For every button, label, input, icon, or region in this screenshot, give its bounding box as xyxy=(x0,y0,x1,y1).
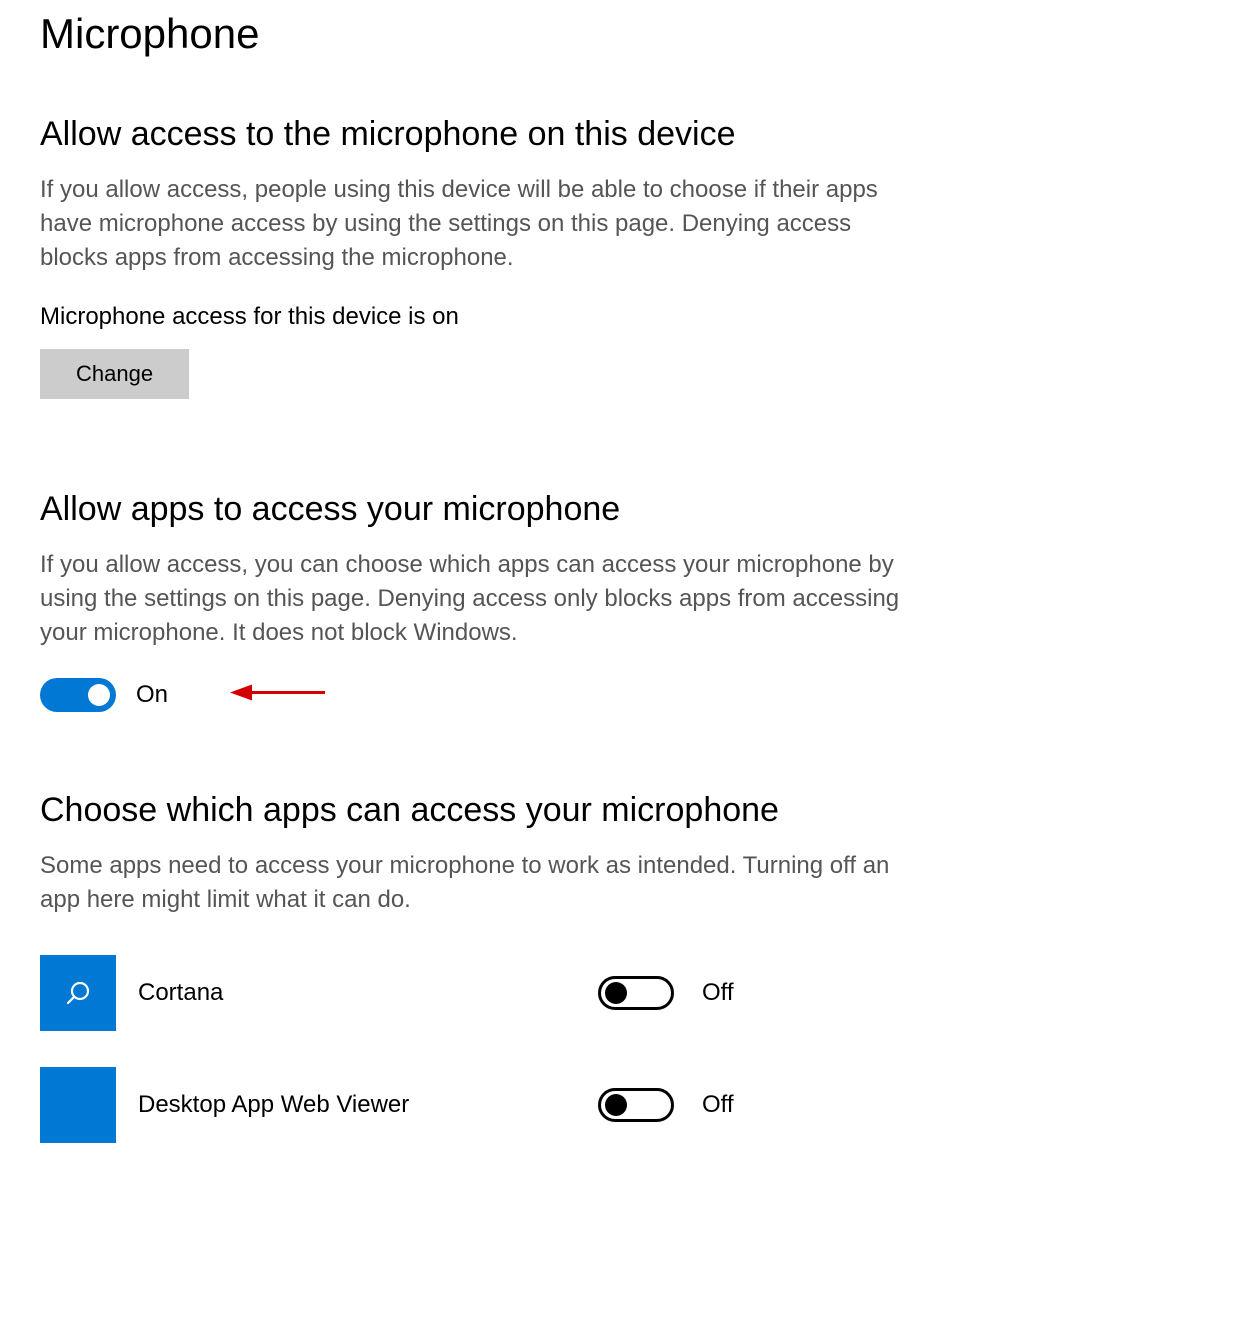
search-icon xyxy=(64,979,92,1007)
app-toggle-cortana[interactable] xyxy=(598,976,674,1010)
allow-apps-toggle-label: On xyxy=(136,681,168,709)
app-icon-cortana xyxy=(40,955,116,1031)
change-button[interactable]: Change xyxy=(40,349,189,399)
section-device-title: Allow access to the microphone on this d… xyxy=(40,114,940,155)
app-toggle-desktop-web-viewer[interactable] xyxy=(598,1088,674,1122)
app-toggle-label: Off xyxy=(702,1091,734,1119)
app-toggle-label: Off xyxy=(702,979,734,1007)
app-icon-desktop-web-viewer xyxy=(40,1067,116,1143)
section-choose-title: Choose which apps can access your microp… xyxy=(40,790,940,831)
section-apps-title: Allow apps to access your microphone xyxy=(40,489,940,530)
app-row: Desktop App Web Viewer Off xyxy=(40,1067,940,1143)
allow-apps-toggle[interactable] xyxy=(40,678,116,712)
app-row: Cortana Off xyxy=(40,955,940,1031)
app-name-label: Desktop App Web Viewer xyxy=(138,1091,598,1119)
page-title: Microphone xyxy=(40,10,940,58)
section-device-desc: If you allow access, people using this d… xyxy=(40,173,910,275)
toggle-knob xyxy=(605,1094,627,1116)
toggle-knob xyxy=(88,684,110,706)
app-name-label: Cortana xyxy=(138,979,598,1007)
device-access-status: Microphone access for this device is on xyxy=(40,303,940,331)
section-apps-desc: If you allow access, you can choose whic… xyxy=(40,548,910,650)
arrow-annotation-icon xyxy=(230,681,330,710)
toggle-knob xyxy=(605,982,627,1004)
section-choose-desc: Some apps need to access your microphone… xyxy=(40,849,910,917)
